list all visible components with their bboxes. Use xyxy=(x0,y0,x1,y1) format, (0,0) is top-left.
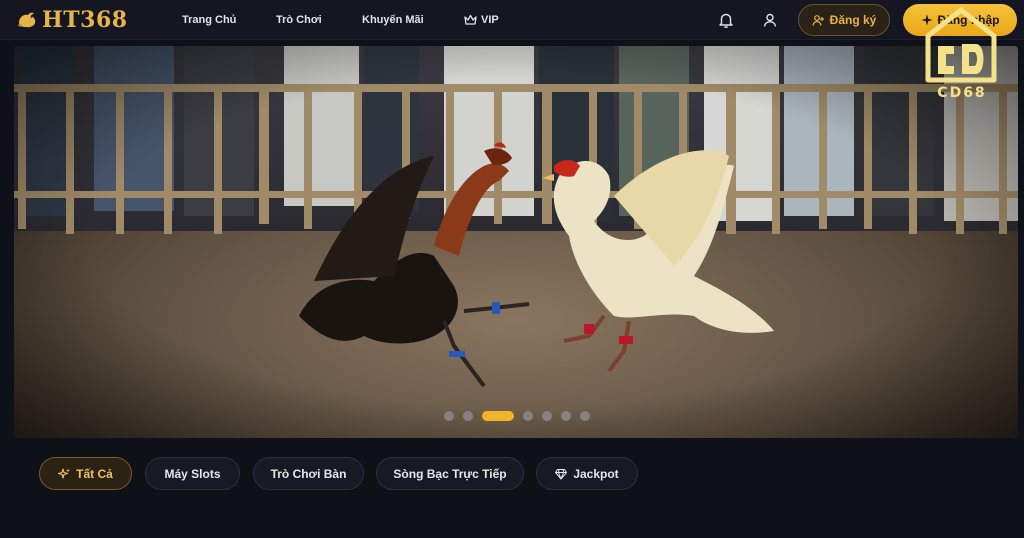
cockfight-banner-image xyxy=(14,46,1018,438)
add-user-icon xyxy=(812,14,824,26)
tab-label: Tất Cả xyxy=(76,466,113,481)
nav-item-label: Trang Chủ xyxy=(182,14,237,26)
watermark-text: CD68 xyxy=(937,85,987,101)
tab-slots[interactable]: Máy Slots xyxy=(145,457,240,490)
brand-name: HT368 xyxy=(42,7,128,33)
tab-label: Trò Chơi Bàn xyxy=(270,466,347,481)
tab-label: Sòng Bạc Trực Tiếp xyxy=(393,466,507,481)
tab-table-games[interactable]: Trò Chơi Bàn xyxy=(253,457,364,490)
tab-live-casino[interactable]: Sòng Bạc Trực Tiếp xyxy=(376,457,524,490)
rooster-logo-icon xyxy=(17,12,36,28)
tab-all[interactable]: Tất Cả xyxy=(39,457,132,490)
bell-icon[interactable] xyxy=(717,11,735,29)
user-icon[interactable] xyxy=(761,11,779,29)
nav-item-vip[interactable]: VIP xyxy=(464,14,499,26)
tab-jackpot[interactable]: Jackpot xyxy=(536,457,638,490)
register-button[interactable]: Đăng ký xyxy=(798,4,890,36)
carousel-dot[interactable] xyxy=(580,411,590,421)
carousel-dot[interactable] xyxy=(561,411,571,421)
sparkle-icon xyxy=(58,467,71,479)
carousel-dots xyxy=(444,410,590,422)
hero-banner[interactable] xyxy=(14,46,1018,438)
diamond-icon xyxy=(555,468,568,479)
nav-item-games[interactable]: Trò Chơi xyxy=(276,14,322,26)
nav-item-promotions[interactable]: Khuyến Mãi xyxy=(362,14,424,26)
nav-item-home[interactable]: Trang Chủ xyxy=(182,14,236,26)
nav-item-label: Trò Chơi xyxy=(276,14,322,26)
carousel-dot[interactable] xyxy=(444,411,454,421)
carousel-dot[interactable] xyxy=(463,411,473,421)
tab-label: Máy Slots xyxy=(164,466,221,481)
top-header: HT368 Trang Chủ Trò Chơi Khuyến Mãi VIP xyxy=(0,0,1024,40)
carousel-dot[interactable] xyxy=(523,411,533,421)
nav-item-label: Khuyến Mãi xyxy=(362,14,424,26)
nav-item-label: VIP xyxy=(481,14,499,26)
register-label: Đăng ký xyxy=(829,13,877,27)
brand-logo[interactable]: HT368 xyxy=(16,8,128,32)
carousel-dot-active[interactable] xyxy=(482,411,514,421)
carousel-dot[interactable] xyxy=(542,411,552,421)
crown-icon xyxy=(464,14,477,25)
tab-label: Jackpot xyxy=(573,466,619,481)
